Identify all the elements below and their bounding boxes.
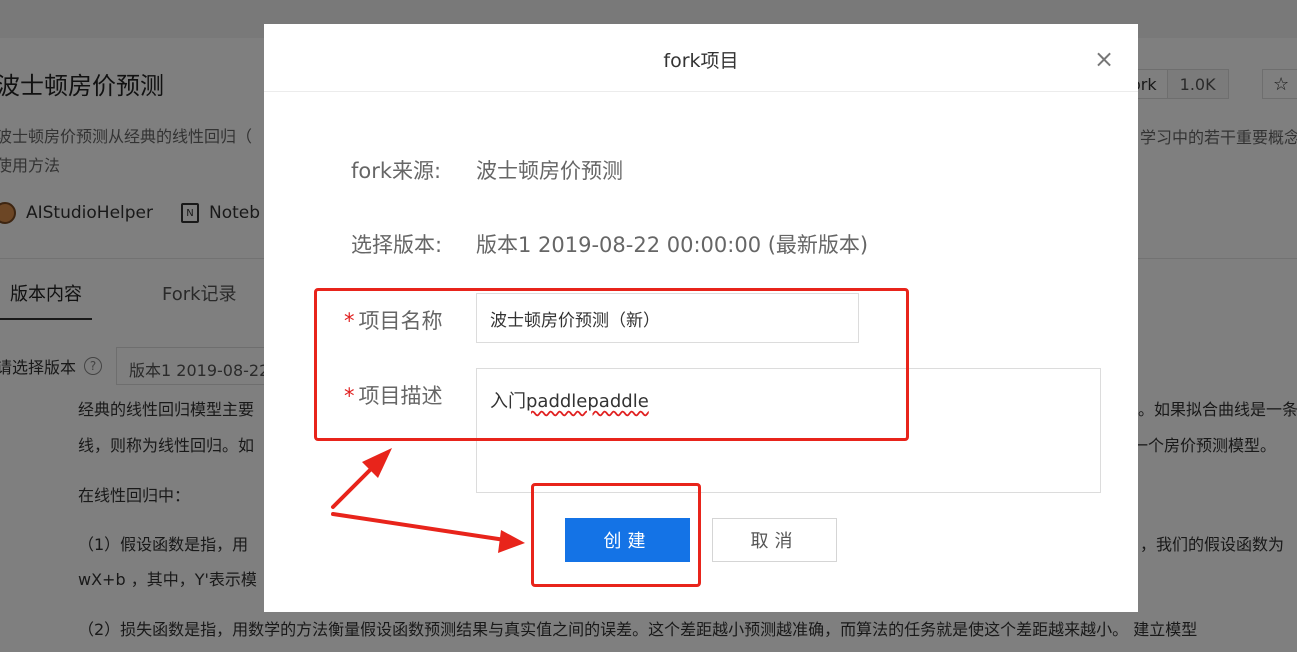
version-value: 版本1 2019-08-22 00:00:00 (最新版本) [476, 233, 869, 257]
required-mark: * [344, 309, 355, 333]
required-mark: * [344, 384, 355, 408]
desc-word: paddlepaddle [526, 391, 649, 412]
project-name-label: * 项目名称 [344, 305, 443, 335]
source-value: 波士顿房价预测 [476, 159, 623, 183]
cancel-button[interactable]: 取消 [712, 518, 837, 562]
version-label: 选择版本: [351, 233, 443, 257]
project-desc-label-text: 项目描述 [358, 384, 443, 408]
project-desc-label: * 项目描述 [344, 380, 443, 410]
fork-modal: fork项目 × fork来源: 波士顿房价预测 选择版本: 版本1 2019-… [264, 24, 1138, 612]
source-label: fork来源: [351, 159, 442, 183]
project-desc-textarea[interactable]: 入门paddlepaddle [476, 368, 1101, 493]
project-name-label-text: 项目名称 [358, 309, 443, 333]
close-icon[interactable]: × [1093, 47, 1115, 71]
modal-header: fork项目 × [264, 24, 1138, 92]
project-name-input[interactable]: 波士顿房价预测（新） [476, 293, 859, 343]
modal-title: fork项目 [663, 50, 739, 72]
create-button[interactable]: 创建 [565, 518, 690, 562]
desc-prefix: 入门 [490, 391, 526, 412]
